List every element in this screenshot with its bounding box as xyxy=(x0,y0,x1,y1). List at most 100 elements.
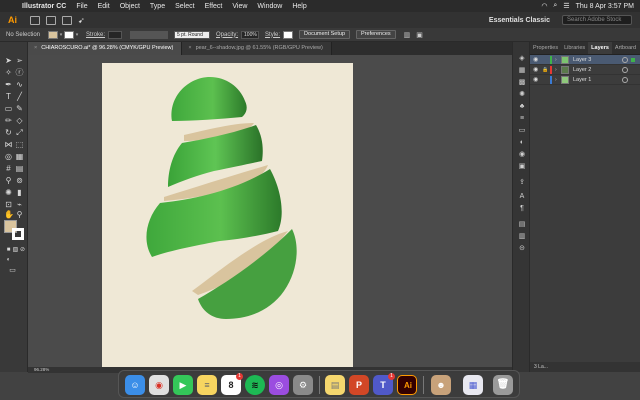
lock-icon[interactable]: 🔒 xyxy=(542,65,548,75)
close-tab-icon[interactable]: × xyxy=(188,45,191,51)
bridge-icon[interactable] xyxy=(30,15,40,25)
fill-swatch[interactable] xyxy=(48,30,58,39)
stock-icon[interactable] xyxy=(46,15,56,25)
document-setup-button[interactable]: Document Setup xyxy=(299,30,351,39)
graphic-styles-icon[interactable]: ▣ xyxy=(517,162,527,171)
opacity-field[interactable]: 100% xyxy=(241,30,260,39)
dock-notes-icon[interactable]: ≡ xyxy=(197,375,217,395)
perspective-grid-tool-icon[interactable]: ▦ xyxy=(15,152,24,161)
fill-stroke-widget[interactable] xyxy=(4,220,26,242)
rectangle-tool-icon[interactable]: ▭ xyxy=(4,104,13,113)
dock-chrome-icon[interactable]: ◉ xyxy=(149,375,169,395)
free-transform-tool-icon[interactable]: ⬚ xyxy=(15,140,24,149)
color-guide-icon[interactable]: ▦ xyxy=(517,66,527,75)
stroke-weight-field[interactable] xyxy=(108,30,123,39)
close-tab-icon[interactable]: × xyxy=(34,45,37,51)
slice-tool-icon[interactable]: ⌁ xyxy=(15,200,24,209)
workspace-switcher[interactable]: Essentials Classic xyxy=(489,17,550,24)
pen-tool-icon[interactable]: ✒ xyxy=(4,80,13,89)
visibility-eye-icon[interactable]: ◉ xyxy=(533,65,540,75)
dock-facetime-icon[interactable]: ▶ xyxy=(173,375,193,395)
layer-name[interactable]: Layer 3 xyxy=(573,55,591,65)
gpu-performance-icon[interactable]: ➹ xyxy=(78,16,85,25)
dock-teams-icon[interactable]: T1 xyxy=(373,373,395,395)
menu-view[interactable]: View xyxy=(227,3,252,10)
menubar-clock[interactable]: Thu 8 Apr 3:57 PM xyxy=(576,3,634,10)
paintbrush-tool-icon[interactable]: ✎ xyxy=(15,104,24,113)
selection-tool-icon[interactable]: ➤ xyxy=(4,56,13,65)
tab-pear-shadow[interactable]: × pear_6--shadow.jpg @ 61.55% (RGB/GPU Pr… xyxy=(182,42,332,55)
layer-target-icon[interactable] xyxy=(622,67,628,73)
tab-chiaroscuro[interactable]: × CHIAROSCURO.ai* @ 96.28% (CMYK/GPU Prev… xyxy=(28,42,183,55)
dock-spotify-icon[interactable]: ≋ xyxy=(245,375,265,395)
dock-photo-preview-icon[interactable]: ☻ xyxy=(431,375,451,395)
export-icon[interactable]: ⇪ xyxy=(517,178,527,187)
width-tool-icon[interactable]: ⋈ xyxy=(4,140,13,149)
draw-mode-icon[interactable]: ◐ xyxy=(4,256,13,265)
shape-builder-tool-icon[interactable]: ◎ xyxy=(4,152,13,161)
canvas-area[interactable] xyxy=(28,55,512,372)
zoom-tool-icon[interactable]: ⚲ xyxy=(15,210,24,219)
dock-calendar-icon[interactable]: 81 xyxy=(221,373,243,395)
stroke-dropdown-icon[interactable]: ▾ xyxy=(74,32,80,38)
layer-name[interactable]: Layer 2 xyxy=(573,65,591,75)
transparency-icon[interactable]: ◐ xyxy=(517,138,527,147)
color-panel-icon[interactable]: ◈ xyxy=(517,54,527,63)
layer-selection-indicator[interactable] xyxy=(631,58,635,62)
eraser-tool-icon[interactable]: ◇ xyxy=(15,116,24,125)
spotlight-icon[interactable]: ⌕ xyxy=(553,2,557,10)
layer-row[interactable]: ◉ › Layer 1 xyxy=(530,75,640,85)
menu-object[interactable]: Object xyxy=(115,3,145,10)
preferences-button[interactable]: Preferences xyxy=(356,30,396,39)
lasso-tool-icon[interactable]: ⓡ xyxy=(15,68,24,77)
magic-wand-tool-icon[interactable]: ✧ xyxy=(4,68,13,77)
type-panel-icon[interactable]: A xyxy=(517,192,527,201)
brush-definition[interactable]: 5 pt. Round xyxy=(174,30,211,39)
menu-app-name[interactable]: Illustrator CC xyxy=(18,3,71,10)
mesh-tool-icon[interactable]: # xyxy=(4,164,13,173)
hand-tool-icon[interactable]: ✋ xyxy=(4,210,14,219)
stroke-swatch[interactable] xyxy=(64,30,74,39)
menu-edit[interactable]: Edit xyxy=(93,3,115,10)
dock-powerpoint-icon[interactable]: P xyxy=(349,375,369,395)
artboard-tool-icon[interactable]: ⊡ xyxy=(4,200,13,209)
column-graph-tool-icon[interactable]: ▮ xyxy=(15,188,24,197)
control-center-icon[interactable]: ☰ xyxy=(563,2,569,10)
align-panel-icon[interactable]: ▤ xyxy=(517,220,527,229)
expand-chevron-icon[interactable]: › xyxy=(555,65,557,75)
tab-libraries[interactable]: Libraries xyxy=(561,42,588,54)
menu-help[interactable]: Help xyxy=(287,3,311,10)
scale-tool-icon[interactable]: ⤢ xyxy=(15,128,24,137)
menu-select[interactable]: Select xyxy=(170,3,199,10)
layer-target-icon[interactable] xyxy=(622,77,628,83)
eyedropper-tool-icon[interactable]: ⚲ xyxy=(4,176,13,185)
variable-width-profile[interactable] xyxy=(130,30,169,39)
layer-row[interactable]: ◉ 🔒 › Layer 2 xyxy=(530,65,640,75)
stroke-label[interactable]: Stroke: xyxy=(86,32,105,38)
symbols-icon[interactable]: ♣ xyxy=(517,102,527,111)
visibility-eye-icon[interactable]: ◉ xyxy=(533,75,540,85)
menu-file[interactable]: File xyxy=(71,3,92,10)
dock-trash-icon[interactable]: 🗑 xyxy=(493,375,513,395)
rotate-tool-icon[interactable]: ↻ xyxy=(4,128,13,137)
curvature-tool-icon[interactable]: ∿ xyxy=(15,80,24,89)
brushes-icon[interactable]: ✺ xyxy=(517,90,527,99)
layer-name[interactable]: Layer 1 xyxy=(573,75,591,85)
align-icon[interactable]: ▥ xyxy=(404,31,411,39)
tab-artboard[interactable]: Artboard xyxy=(612,42,639,54)
dock-stickies-icon[interactable]: ▤ xyxy=(325,375,345,395)
pencil-tool-icon[interactable]: ✏ xyxy=(4,116,13,125)
zoom-level[interactable]: 96.28% xyxy=(34,367,49,372)
symbol-sprayer-tool-icon[interactable]: ✺ xyxy=(4,188,13,197)
gradient-tool-icon[interactable]: ▤ xyxy=(15,164,24,173)
artboard[interactable] xyxy=(102,63,353,368)
wifi-icon[interactable]: ◠ xyxy=(541,2,547,10)
dock-downloads-stack-icon[interactable]: ▦ xyxy=(463,375,483,395)
graphic-style-swatch[interactable] xyxy=(283,30,294,39)
arrange-documents-icon[interactable] xyxy=(62,15,72,25)
layer-target-icon[interactable] xyxy=(622,57,628,63)
screen-mode-icon[interactable]: ▭ xyxy=(8,266,17,275)
dock-podcasts-icon[interactable]: ◎ xyxy=(269,375,289,395)
line-tool-icon[interactable]: ╱ xyxy=(15,92,24,101)
blend-tool-icon[interactable]: ⊚ xyxy=(15,176,24,185)
